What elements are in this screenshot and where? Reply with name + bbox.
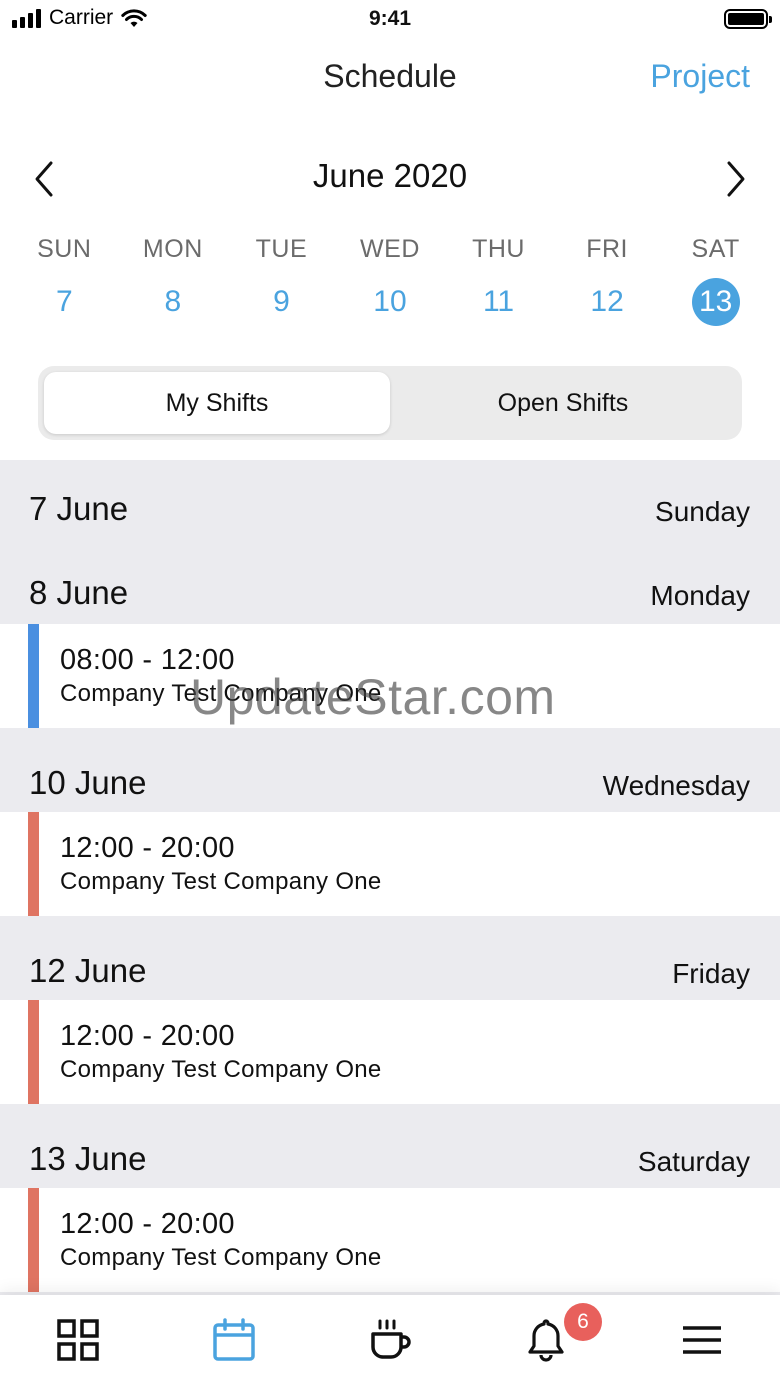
month-label: June 2020 bbox=[312, 157, 468, 194]
section-weekday: Saturday bbox=[637, 1146, 750, 1177]
calendar-icon bbox=[213, 1318, 255, 1361]
section-weekday: Monday bbox=[650, 580, 750, 611]
day-number[interactable]: 12 bbox=[583, 278, 631, 326]
shift-color-bar bbox=[28, 812, 39, 916]
grid-icon bbox=[57, 1319, 99, 1361]
day-tue[interactable]: TUE 9 bbox=[227, 232, 336, 326]
day-number[interactable]: 7 bbox=[40, 278, 88, 326]
battery-icon bbox=[724, 9, 772, 29]
day-wed[interactable]: WED 10 bbox=[336, 232, 445, 326]
shift-card[interactable]: 12:00 - 20:00 Company Test Company One bbox=[0, 1188, 780, 1292]
shift-company: Company Test Company One bbox=[60, 680, 382, 707]
tab-dashboard[interactable] bbox=[0, 1295, 156, 1387]
day-number[interactable]: 11 bbox=[475, 278, 523, 326]
coffee-icon bbox=[371, 1319, 411, 1359]
section-header: 12 June Friday bbox=[0, 916, 780, 1000]
shift-list[interactable]: 7 June Sunday 8 June Monday 08:00 - 12:0… bbox=[0, 460, 780, 1295]
shift-company: Company Test Company One bbox=[60, 1244, 382, 1271]
section-header: 8 June Monday bbox=[0, 540, 780, 624]
shift-card[interactable]: 12:00 - 20:00 Company Test Company One bbox=[0, 1000, 780, 1104]
day-sat[interactable]: SAT 13 bbox=[661, 232, 770, 326]
notification-badge: 6 bbox=[564, 1303, 602, 1341]
day-of-week-label: SUN bbox=[37, 235, 92, 263]
project-button[interactable]: Project bbox=[650, 58, 750, 95]
day-number[interactable]: 8 bbox=[149, 278, 197, 326]
day-of-week-label: FRI bbox=[586, 235, 628, 263]
section-weekday: Sunday bbox=[655, 496, 750, 527]
section-header: 13 June Saturday bbox=[0, 1104, 780, 1188]
day-fri[interactable]: FRI 12 bbox=[553, 232, 662, 326]
shift-type-segmented-control: My Shifts Open Shifts bbox=[38, 366, 742, 440]
section-date: 10 June bbox=[29, 764, 147, 801]
day-mon[interactable]: MON 8 bbox=[119, 232, 228, 326]
shift-card[interactable]: 12:00 - 20:00 Company Test Company One bbox=[0, 812, 780, 916]
section-date: 12 June bbox=[29, 952, 147, 989]
day-thu[interactable]: THU 11 bbox=[444, 232, 553, 326]
shift-time: 12:00 - 20:00 bbox=[60, 1020, 235, 1052]
bell-icon bbox=[528, 1319, 564, 1362]
shift-company: Company Test Company One bbox=[60, 1056, 382, 1083]
section-weekday: Friday bbox=[672, 958, 750, 989]
tab-bar: 6 bbox=[0, 1295, 780, 1387]
tab-open-shifts[interactable]: Open Shifts bbox=[390, 372, 736, 434]
day-of-week-label: TUE bbox=[255, 235, 308, 263]
day-of-week-label: THU bbox=[472, 235, 525, 263]
day-of-week-label: SAT bbox=[691, 235, 740, 263]
tab-breaks[interactable] bbox=[312, 1295, 468, 1387]
tab-my-shifts[interactable]: My Shifts bbox=[44, 372, 390, 434]
day-number[interactable]: 9 bbox=[257, 278, 305, 326]
status-bar: Carrier 9:41 bbox=[0, 0, 780, 40]
selected-day-number[interactable]: 13 bbox=[691, 278, 740, 326]
section-header: 7 June Sunday bbox=[0, 460, 780, 540]
shift-color-bar bbox=[28, 1188, 39, 1292]
shift-company: Company Test Company One bbox=[60, 868, 382, 895]
section-header: 10 June Wednesday bbox=[0, 728, 780, 812]
tab-schedule[interactable] bbox=[156, 1295, 312, 1387]
shift-time: 12:00 - 20:00 bbox=[60, 832, 235, 864]
chevron-right-icon[interactable] bbox=[720, 159, 750, 199]
day-of-week-label: WED bbox=[360, 235, 420, 263]
day-of-week-label: MON bbox=[142, 235, 203, 263]
section-weekday: Wednesday bbox=[602, 770, 750, 801]
section-date: 8 June bbox=[29, 574, 129, 611]
section-date: 7 June bbox=[29, 490, 129, 527]
shift-color-bar bbox=[28, 1000, 39, 1104]
shift-time: 08:00 - 12:00 bbox=[60, 644, 235, 676]
shift-time: 12:00 - 20:00 bbox=[60, 1208, 235, 1240]
tab-notifications[interactable]: 6 bbox=[468, 1295, 624, 1387]
status-time: 9:41 bbox=[368, 7, 412, 30]
day-number[interactable]: 10 bbox=[366, 278, 414, 326]
shift-card[interactable]: 08:00 - 12:00 Company Test Company One bbox=[0, 624, 780, 728]
section-date: 13 June bbox=[29, 1140, 147, 1177]
month-navigator: June 2020 bbox=[0, 155, 780, 203]
menu-icon bbox=[683, 1326, 721, 1354]
tab-menu[interactable] bbox=[624, 1295, 780, 1387]
shift-color-bar bbox=[28, 624, 39, 728]
day-sun[interactable]: SUN 7 bbox=[10, 232, 119, 326]
week-strip: SUN 7 MON 8 TUE 9 WED 10 THU 11 FRI 12 S… bbox=[10, 232, 770, 326]
